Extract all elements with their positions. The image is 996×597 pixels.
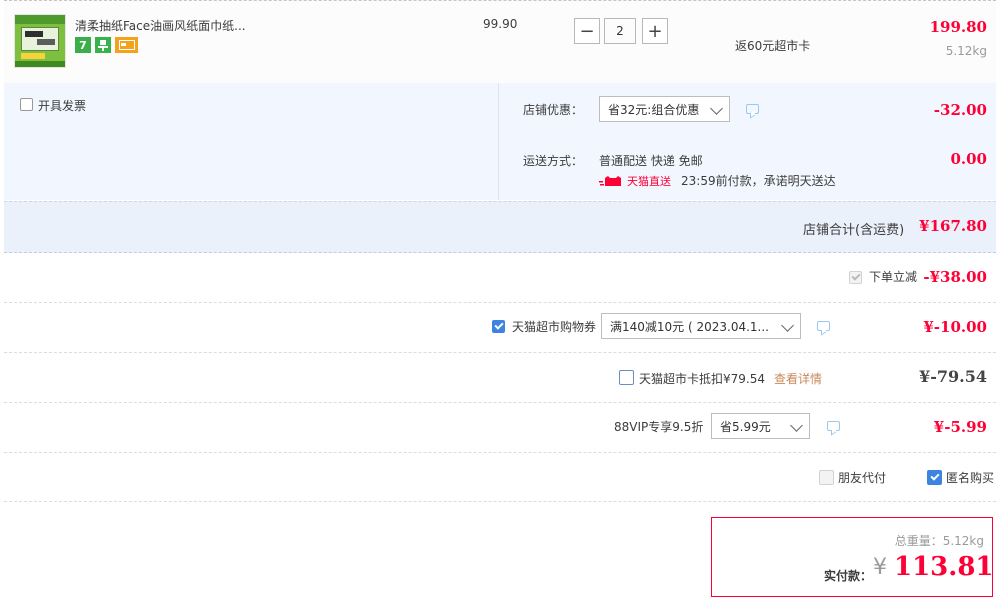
quantity-decrease-button[interactable]: −	[574, 18, 600, 44]
coupon-label: 天猫超市购物券	[512, 320, 597, 334]
instant-discount-amount: -¥38.00	[923, 268, 987, 286]
total-weight: 总重量：5.12kg	[894, 534, 984, 548]
divider	[4, 452, 996, 453]
divider	[498, 83, 499, 200]
super-card-amount: ¥-79.54	[919, 367, 987, 386]
shop-discount-label: 店铺优惠：	[523, 103, 584, 117]
coupon-select[interactable]: 满140减10元 ( 2023.04.1...	[601, 313, 801, 339]
shop-discount-amount: -32.00	[933, 101, 987, 119]
divider	[4, 402, 996, 403]
shipping-amount: 0.00	[950, 150, 987, 168]
friend-pay-checkbox[interactable]	[819, 470, 834, 485]
vip-amount: ¥-5.99	[933, 418, 987, 436]
divider	[4, 302, 996, 303]
pay-label: 实付款：	[824, 569, 873, 583]
shipping-label: 运送方式：	[523, 154, 584, 168]
divider	[4, 501, 996, 502]
seven-day-return-icon: 7	[75, 37, 91, 53]
shop-section	[4, 83, 996, 200]
delivery-promise: 23:59前付款，承诺明天送达	[681, 174, 836, 188]
message-icon[interactable]	[827, 421, 840, 431]
message-icon[interactable]	[817, 321, 830, 331]
super-card-checkbox[interactable]	[619, 370, 634, 385]
shop-total-label: 店铺合计(含运费)	[803, 223, 905, 238]
shop-total-amount: ¥167.80	[919, 217, 987, 235]
super-card-label: 天猫超市卡抵扣¥79.54	[639, 372, 765, 386]
chevron-down-icon	[710, 102, 723, 115]
coupon-checkbox[interactable]	[492, 320, 505, 333]
service-guarantee-icon	[95, 37, 111, 53]
invoice-label: 开具发票	[38, 99, 87, 113]
shipping-method: 普通配送 快递 免邮	[599, 154, 703, 168]
tmall-direct-badge: 天猫直送	[599, 173, 671, 189]
coupon-amount: ¥-10.00	[923, 318, 987, 336]
invoice-checkbox[interactable]	[20, 98, 33, 111]
currency-symbol: ¥	[873, 555, 887, 580]
product-row	[4, 0, 996, 84]
anonymous-checkbox[interactable]	[927, 470, 942, 485]
product-weight: 5.12kg	[945, 44, 987, 58]
shop-discount-select[interactable]: 省32元:组合优惠	[599, 96, 730, 122]
rebate-text: 返60元超市卡	[735, 39, 811, 53]
tmall-cat-icon	[599, 176, 621, 186]
instant-discount-checkbox	[849, 271, 862, 284]
product-thumbnail[interactable]	[14, 14, 66, 68]
quantity-input[interactable]: 2	[604, 18, 636, 44]
quantity-increase-button[interactable]: +	[642, 18, 668, 44]
super-card-detail-link[interactable]: 查看详情	[774, 370, 822, 387]
product-title[interactable]: 清柔抽纸Face油画风纸面巾纸...	[75, 17, 246, 34]
vip-select[interactable]: 省5.99元	[711, 413, 810, 439]
chevron-down-icon	[781, 319, 794, 332]
divider	[4, 352, 996, 353]
anonymous-label: 匿名购买	[946, 471, 995, 485]
unit-price: 99.90	[483, 17, 518, 31]
friend-pay-label: 朋友代付	[838, 471, 887, 485]
vip-label: 88VIP专享9.5折	[614, 420, 704, 434]
chevron-down-icon	[790, 419, 803, 432]
message-icon[interactable]	[746, 104, 759, 114]
instant-discount-label: 下单立减	[869, 270, 918, 284]
pay-amount: 113.81	[894, 552, 994, 582]
member-card-icon	[115, 37, 138, 53]
product-subtotal: 199.80	[929, 18, 987, 36]
